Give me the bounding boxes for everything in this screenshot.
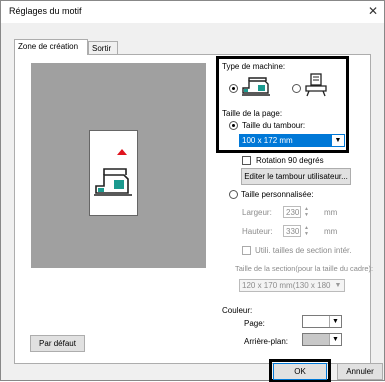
chevron-down-icon: ▼ bbox=[332, 280, 344, 291]
ok-button[interactable]: OK bbox=[273, 363, 327, 380]
machine-type-label: Type de machine: bbox=[222, 62, 286, 71]
color-label: Couleur: bbox=[222, 306, 253, 315]
pattern-settings-dialog: Réglages du motif ✕ Zone de création Sor… bbox=[0, 0, 385, 382]
page-size-label: Taille de la page: bbox=[222, 109, 283, 118]
background-color-label: Arrière-plan: bbox=[244, 337, 289, 346]
width-stepper[interactable]: ▲ ▼ bbox=[302, 206, 311, 218]
width-input[interactable]: 230 bbox=[283, 206, 301, 218]
machine-other-radio[interactable] bbox=[292, 84, 301, 93]
default-button-label: Par défaut bbox=[39, 339, 76, 348]
custom-size-label: Taille personnalisée: bbox=[241, 190, 314, 199]
chevron-down-icon: ▼ bbox=[332, 135, 344, 146]
section-sizes-label: Utili. tailles de section intér. bbox=[255, 246, 352, 255]
height-unit: mm bbox=[324, 227, 338, 236]
title-bar: Réglages du motif ✕ bbox=[1, 1, 384, 23]
chevron-down-icon: ▼ bbox=[329, 334, 341, 345]
tab-creation-area[interactable]: Zone de création bbox=[14, 39, 88, 55]
rotate-90-checkbox[interactable] bbox=[242, 156, 251, 165]
height-label: Hauteur: bbox=[242, 227, 273, 236]
page-color-label: Page: bbox=[244, 319, 265, 328]
default-button[interactable]: Par défaut bbox=[30, 335, 85, 352]
edit-user-hoop-button[interactable]: Editer le tambour utilisateur... bbox=[241, 168, 351, 185]
window-title: Réglages du motif bbox=[9, 6, 82, 16]
hoop-size-radio[interactable] bbox=[229, 121, 238, 130]
height-input[interactable]: 330 bbox=[283, 225, 301, 237]
height-stepper[interactable]: ▲ ▼ bbox=[302, 225, 311, 237]
custom-size-radio[interactable] bbox=[229, 190, 238, 199]
width-label: Largeur: bbox=[242, 208, 272, 217]
hoop-size-value: 100 x 172 mm bbox=[242, 136, 293, 145]
chevron-down-icon: ▼ bbox=[329, 316, 341, 327]
section-size-select[interactable]: 120 x 170 mm(130 x 180 m ▼ bbox=[239, 279, 345, 292]
hoop-preview bbox=[89, 130, 138, 216]
background-color-select[interactable]: ▼ bbox=[302, 333, 342, 346]
section-sizes-checkbox[interactable] bbox=[242, 246, 251, 255]
height-value: 330 bbox=[286, 227, 300, 236]
edit-user-hoop-label: Editer le tambour utilisateur... bbox=[244, 172, 348, 181]
page-color-select[interactable]: ▼ bbox=[302, 315, 342, 328]
section-size-value: 120 x 170 mm(130 x 180 m bbox=[242, 281, 340, 290]
width-value: 230 bbox=[286, 208, 300, 217]
cancel-button-label: Annuler bbox=[346, 367, 374, 376]
close-icon[interactable]: ✕ bbox=[368, 4, 378, 18]
rotate-90-label: Rotation 90 degrés bbox=[256, 156, 324, 165]
hoop-size-label: Taille du tambour: bbox=[242, 121, 306, 130]
embroidery-machine-icon bbox=[242, 77, 270, 96]
section-size-label: Taille de la section(pour la taille du c… bbox=[235, 264, 374, 273]
machine-embroidery-radio[interactable] bbox=[229, 84, 238, 93]
hoop-size-select[interactable]: 100 x 172 mm ▼ bbox=[239, 134, 345, 147]
cancel-button[interactable]: Annuler bbox=[337, 363, 383, 380]
tab-label: Zone de création bbox=[18, 42, 79, 51]
hoop-orientation-marker bbox=[117, 149, 127, 155]
sewing-machine-icon bbox=[94, 168, 132, 196]
ok-button-label: OK bbox=[294, 367, 306, 376]
width-unit: mm bbox=[324, 208, 338, 217]
multi-needle-machine-icon bbox=[305, 73, 327, 97]
tab-label: Sortir bbox=[92, 44, 112, 53]
